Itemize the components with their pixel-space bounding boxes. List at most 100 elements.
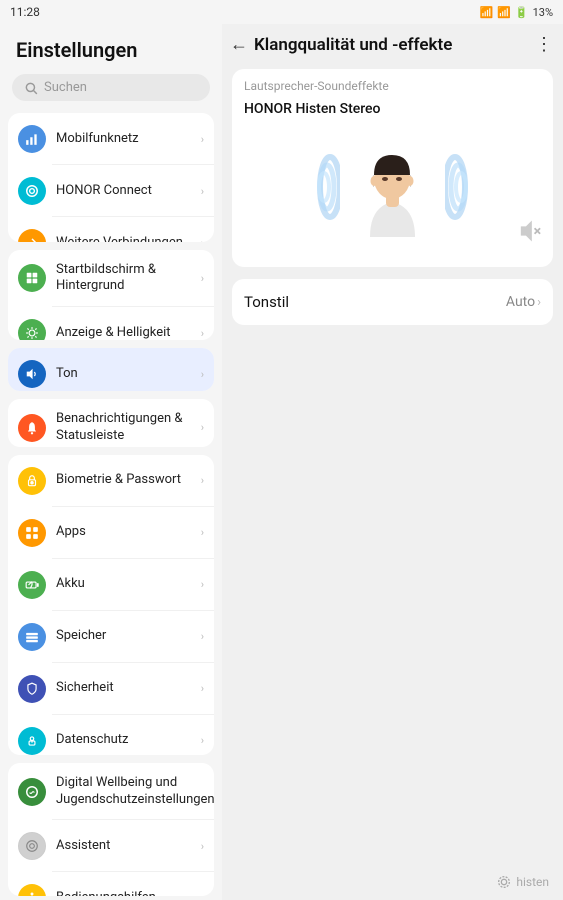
group-security: Biometrie & Passwort › Apps › Akku › [8, 455, 214, 755]
assistent-label: Assistent [56, 838, 191, 855]
group-notifications: Benachrichtigungen & Statusleiste › [8, 399, 214, 447]
mobilfunknetz-label: Mobilfunknetz [56, 131, 191, 148]
histen-brand-text: histen [516, 875, 549, 889]
chevron-icon: › [201, 734, 204, 747]
sidebar-item-mobilfunknetz[interactable]: Mobilfunknetz › [8, 113, 214, 165]
right-header: ← Klangqualität und -effekte ⋮ [222, 24, 563, 65]
mute-icon[interactable] [519, 220, 541, 247]
datenschutz-label: Datenschutz [56, 732, 191, 749]
group-wellbeing: Digital Wellbeing und Jugendschutzeinste… [8, 763, 214, 896]
group-display: Startbildschirm & Hintergrund › Anzeige … [8, 250, 214, 341]
startbildschirm-icon [18, 264, 46, 292]
sicherheit-icon [18, 675, 46, 703]
chevron-icon: › [201, 840, 204, 853]
sidebar-item-sicherheit[interactable]: Sicherheit › [8, 663, 214, 715]
chevron-icon: › [201, 133, 204, 146]
apps-label: Apps [56, 524, 191, 541]
assistent-icon [18, 832, 46, 860]
chevron-icon: › [201, 421, 204, 434]
speicher-label: Speicher [56, 628, 191, 645]
main-layout: Einstellungen Suchen Mobilfunknetz › HON… [0, 24, 563, 900]
sidebar-item-speicher[interactable]: Speicher › [8, 611, 214, 663]
chevron-icon: › [201, 682, 204, 695]
akku-label: Akku [56, 576, 191, 593]
back-button[interactable]: ← [230, 34, 248, 55]
sicherheit-label: Sicherheit [56, 680, 191, 697]
digital-wellbeing-label: Digital Wellbeing und Jugendschutzeinste… [56, 775, 214, 809]
wifi-icon: 📶 [497, 6, 511, 19]
chevron-icon: › [201, 185, 204, 198]
akku-icon [18, 571, 46, 599]
ton-label: Ton [56, 366, 191, 383]
bluetooth-icon: 📶 [479, 6, 493, 19]
search-bar[interactable]: Suchen [12, 74, 210, 101]
sidebar-item-weitere-verbindungen[interactable]: Weitere Verbindungen › [8, 217, 214, 242]
sidebar-item-ton[interactable]: Ton › [8, 348, 214, 391]
startbildschirm-label: Startbildschirm & Hintergrund [56, 262, 191, 296]
chevron-icon: › [201, 272, 204, 285]
chevron-icon: › [201, 630, 204, 643]
status-time: 11:28 [10, 5, 40, 19]
biometrie-label: Biometrie & Passwort [56, 472, 191, 489]
sidebar-item-honor-connect[interactable]: HONOR Connect › [8, 165, 214, 217]
search-placeholder: Suchen [44, 80, 87, 95]
speaker-card: Lautsprecher-Soundeffekte HONOR Histen S… [232, 69, 553, 267]
sidebar-item-datenschutz[interactable]: Datenschutz › [8, 715, 214, 755]
benachrichtigungen-label: Benachrichtigungen & Statusleiste [56, 411, 191, 445]
sidebar-item-apps[interactable]: Apps › [8, 507, 214, 559]
speaker-device-name: HONOR Histen Stereo [244, 101, 541, 117]
sidebar-item-akku[interactable]: Akku › [8, 559, 214, 611]
anzeige-label: Anzeige & Helligkeit [56, 325, 191, 340]
anzeige-icon [18, 319, 46, 340]
chevron-icon: › [201, 327, 204, 340]
left-panel: Einstellungen Suchen Mobilfunknetz › HON… [0, 24, 222, 900]
sidebar-item-assistent[interactable]: Assistent › [8, 820, 214, 872]
tonstil-chevron-icon: › [537, 295, 541, 310]
speaker-visual [244, 127, 541, 247]
weitere-verbindungen-icon [18, 229, 46, 242]
status-bar: 11:28 📶 📶 🔋 13% [0, 0, 563, 24]
datenschutz-icon [18, 727, 46, 755]
sidebar-item-startbildschirm[interactable]: Startbildschirm & Hintergrund › [8, 250, 214, 308]
tonstil-row[interactable]: Tonstil Auto › [232, 279, 553, 325]
status-icons: 📶 📶 🔋 13% [479, 6, 553, 19]
ton-icon [18, 360, 46, 388]
sidebar-item-biometrie[interactable]: Biometrie & Passwort › [8, 455, 214, 507]
chevron-icon: › [201, 578, 204, 591]
histen-logo-icon [496, 874, 512, 890]
chevron-icon: › [201, 237, 204, 242]
right-panel-title: Klangqualität und -effekte [254, 35, 529, 55]
digital-wellbeing-icon [18, 778, 46, 806]
sidebar-item-benachrichtigungen[interactable]: Benachrichtigungen & Statusleiste › [8, 399, 214, 447]
weitere-verbindungen-label: Weitere Verbindungen [56, 235, 191, 242]
chevron-icon: › [201, 526, 204, 539]
settings-title: Einstellungen [0, 24, 222, 70]
honor-connect-label: HONOR Connect [56, 183, 191, 200]
right-panel: ← Klangqualität und -effekte ⋮ Lautsprec… [222, 24, 563, 900]
chevron-icon: › [201, 474, 204, 487]
more-options-button[interactable]: ⋮ [535, 34, 553, 55]
left-speaker-wave [305, 147, 340, 227]
group-ton: Ton › [8, 348, 214, 391]
speicher-icon [18, 623, 46, 651]
histen-footer: histen [222, 864, 563, 900]
chevron-icon: › [201, 368, 204, 381]
apps-icon [18, 519, 46, 547]
tonstil-value: Auto › [506, 294, 541, 310]
battery-icon: 🔋 [515, 6, 529, 19]
speaker-section-label: Lautsprecher-Soundeffekte [244, 79, 541, 93]
person-figure [360, 137, 425, 237]
honor-connect-icon [18, 177, 46, 205]
sidebar-item-digital-wellbeing[interactable]: Digital Wellbeing und Jugendschutzeinste… [8, 763, 214, 821]
right-speaker-wave [445, 147, 480, 227]
histen-logo: histen [496, 874, 549, 890]
sidebar-item-bedienungshilfen[interactable]: Bedienungshilfen › [8, 872, 214, 896]
bedienungshilfen-label: Bedienungshilfen [56, 890, 191, 896]
tonstil-label: Tonstil [244, 293, 289, 311]
benachrichtigungen-icon [18, 414, 46, 442]
spacer [222, 329, 563, 864]
bedienungshilfen-icon [18, 884, 46, 896]
sidebar-item-anzeige-helligkeit[interactable]: Anzeige & Helligkeit › [8, 307, 214, 340]
biometrie-icon [18, 467, 46, 495]
chevron-icon: › [201, 892, 204, 896]
